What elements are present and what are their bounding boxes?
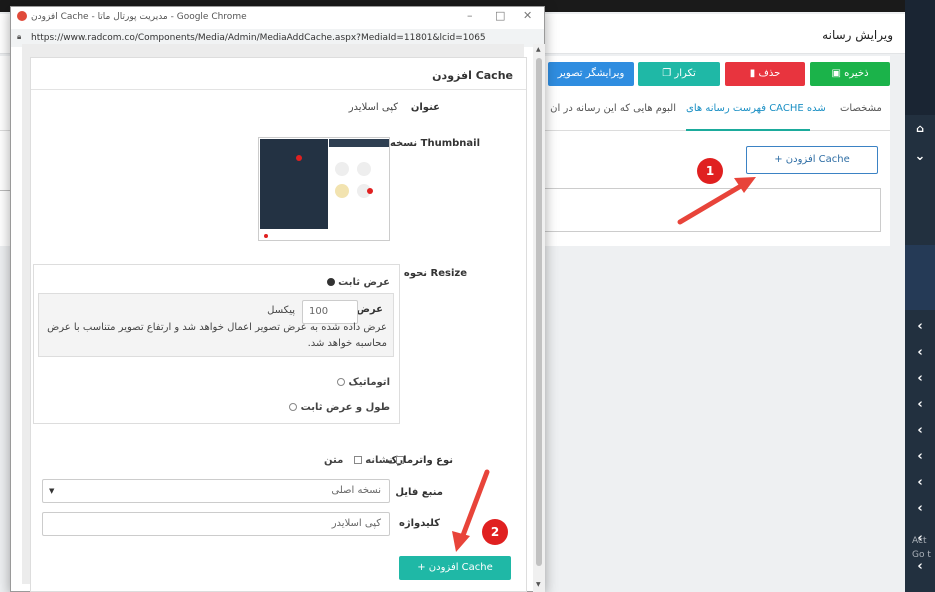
step-marker-1: 1 <box>697 158 723 184</box>
arrow-2-head <box>452 531 470 552</box>
annotation-overlay <box>452 177 756 552</box>
arrow-1-shaft <box>677 180 749 225</box>
step-marker-2: 2 <box>482 519 508 545</box>
